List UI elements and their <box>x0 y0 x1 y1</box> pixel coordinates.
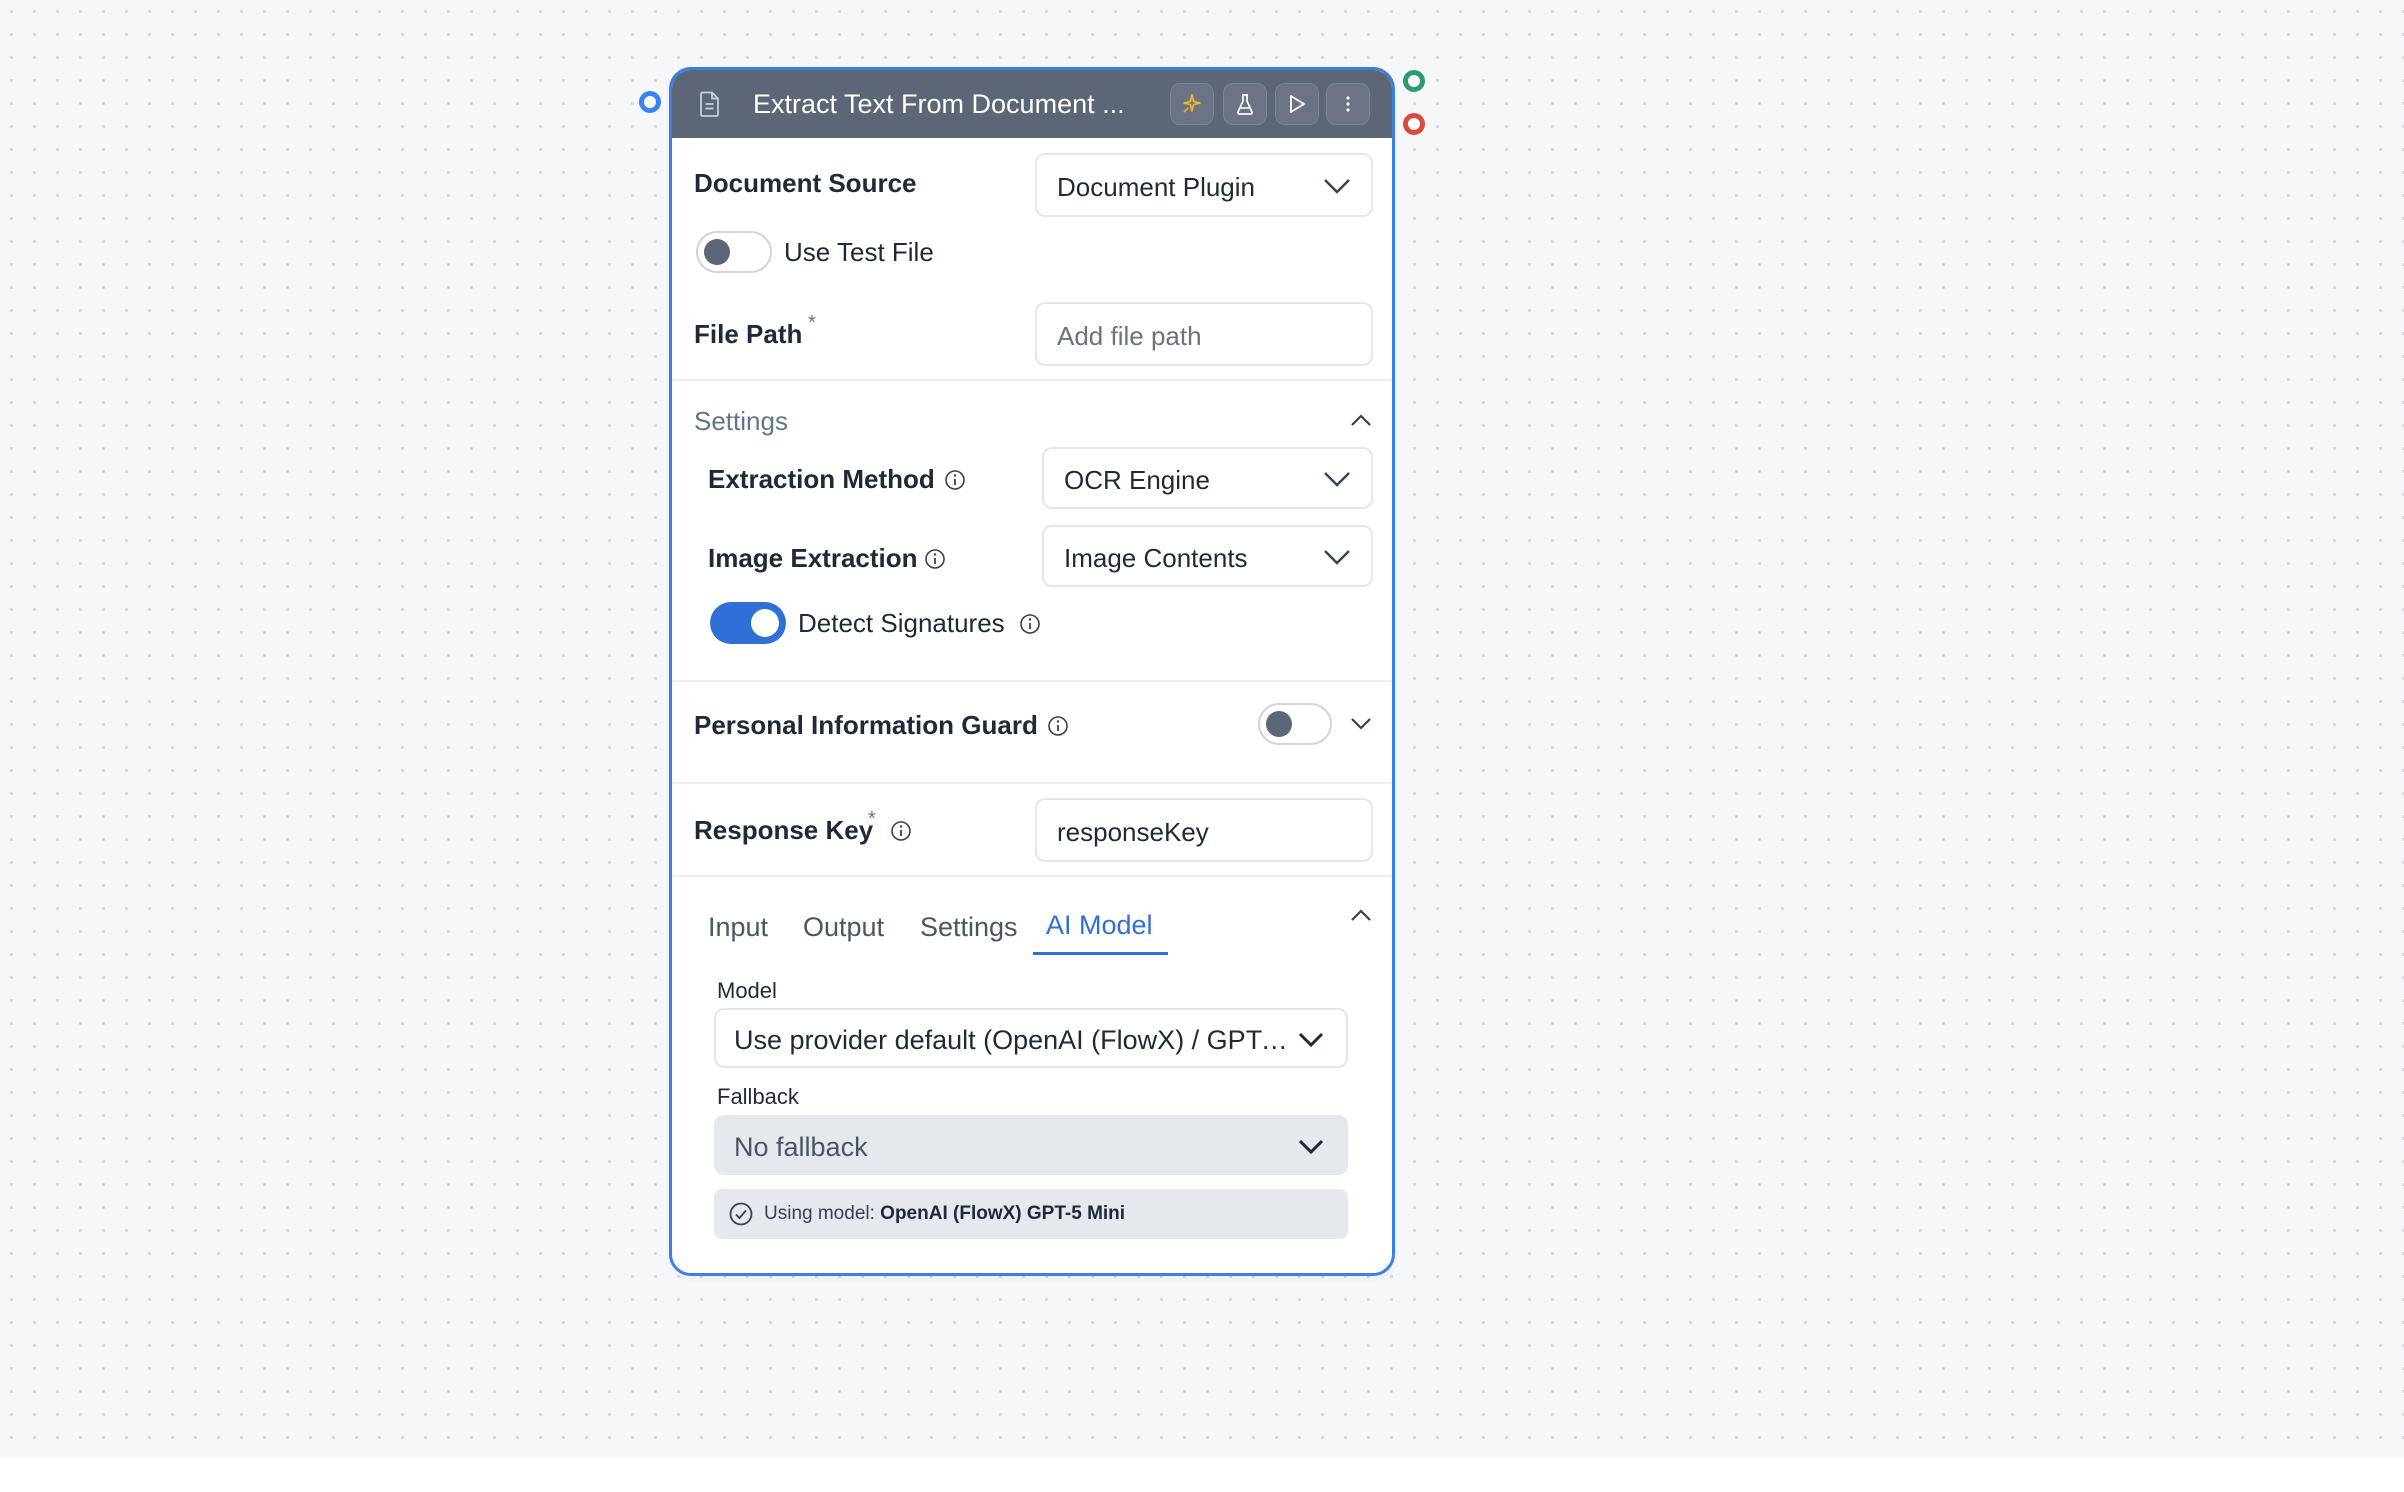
model-select-value: Use provider default (OpenAI (FlowX) / G… <box>734 1025 1289 1055</box>
chevron-down-icon <box>1298 1139 1324 1155</box>
extraction-method-value: OCR Engine <box>1064 465 1210 495</box>
extraction-method-select[interactable]: OCR Engine <box>1042 447 1373 509</box>
required-mark: * <box>808 312 816 334</box>
required-mark: * <box>868 808 876 830</box>
more-vertical-icon <box>1346 96 1350 112</box>
using-model-notice: Using model: OpenAI (FlowX) GPT-5 Mini <box>714 1189 1348 1239</box>
tab-output[interactable]: Output <box>803 911 884 943</box>
use-test-file-label: Use Test File <box>784 237 934 267</box>
active-tab-indicator <box>1033 952 1168 955</box>
info-icon[interactable] <box>890 820 912 842</box>
model-label: Model <box>717 978 777 1003</box>
using-model-text: Using model: OpenAI (FlowX) GPT-5 Mini <box>764 1203 1126 1224</box>
chevron-down-icon <box>1298 1032 1324 1048</box>
extraction-method-label: Extraction Method <box>708 464 935 494</box>
chevron-down-icon <box>1324 550 1350 565</box>
document-source-value: Document Plugin <box>1057 172 1255 202</box>
file-path-label: File Path <box>694 319 803 349</box>
more-button[interactable] <box>1326 83 1370 125</box>
chevron-up-icon[interactable] <box>1350 908 1372 922</box>
info-icon[interactable] <box>1047 715 1069 737</box>
divider <box>672 875 1392 877</box>
divider <box>672 782 1392 784</box>
fallback-select-value: No fallback <box>734 1132 868 1162</box>
settings-section-title[interactable]: Settings <box>694 405 788 437</box>
chevron-down-icon <box>1324 472 1350 487</box>
tab-ai-model[interactable]: AI Model <box>1046 909 1153 941</box>
using-model-name: OpenAI (FlowX) GPT-5 Mini <box>880 1203 1126 1224</box>
detect-signatures-toggle[interactable] <box>710 602 786 644</box>
divider <box>672 379 1392 381</box>
info-icon[interactable] <box>924 548 946 570</box>
response-key-value: responseKey <box>1057 817 1209 847</box>
error-output-handle[interactable] <box>1403 113 1425 135</box>
tab-input[interactable]: Input <box>708 911 768 943</box>
pii-guard-label: Personal Information Guard <box>694 710 1038 740</box>
response-key-label: Response Key <box>694 815 874 845</box>
fallback-label: Fallback <box>717 1084 799 1109</box>
play-icon <box>1290 95 1305 113</box>
magic-wand-button[interactable] <box>1170 83 1214 125</box>
check-circle-icon <box>729 1202 753 1226</box>
flask-icon <box>1237 94 1253 115</box>
detect-signatures-label: Detect Signatures <box>798 608 1005 638</box>
file-path-input[interactable]: Add file path <box>1035 302 1373 366</box>
chevron-up-icon[interactable] <box>1350 413 1372 427</box>
run-button[interactable] <box>1275 83 1319 125</box>
document-source-select[interactable]: Document Plugin <box>1035 153 1373 217</box>
test-button[interactable] <box>1223 83 1267 125</box>
canvas-bottom-band <box>0 1458 2404 1492</box>
success-output-handle[interactable] <box>1403 70 1425 92</box>
response-key-input[interactable]: responseKey <box>1035 798 1373 862</box>
chevron-down-icon[interactable] <box>1350 717 1372 731</box>
info-icon[interactable] <box>1019 613 1041 635</box>
info-icon[interactable] <box>944 469 966 491</box>
node-header[interactable]: Extract Text From Document ... <box>672 70 1392 138</box>
use-test-file-toggle[interactable] <box>696 231 772 273</box>
extract-text-node[interactable]: Extract Text From Document ... Document … <box>669 67 1395 1276</box>
chevron-down-icon <box>1324 179 1350 194</box>
file-path-placeholder: Add file path <box>1057 321 1202 351</box>
divider <box>672 680 1392 682</box>
tab-settings[interactable]: Settings <box>920 911 1018 943</box>
image-extraction-select[interactable]: Image Contents <box>1042 525 1373 587</box>
input-handle[interactable] <box>639 91 661 113</box>
fallback-select[interactable]: No fallback <box>714 1115 1348 1175</box>
image-extraction-label: Image Extraction <box>708 543 918 573</box>
model-select[interactable]: Use provider default (OpenAI (FlowX) / G… <box>714 1008 1348 1068</box>
document-source-label: Document Source <box>694 168 917 198</box>
pii-guard-toggle[interactable] <box>1258 703 1332 745</box>
document-icon <box>700 91 719 117</box>
image-extraction-value: Image Contents <box>1064 543 1248 573</box>
magic-wand-icon <box>1183 94 1201 113</box>
node-title[interactable]: Extract Text From Document ... <box>753 88 1138 120</box>
